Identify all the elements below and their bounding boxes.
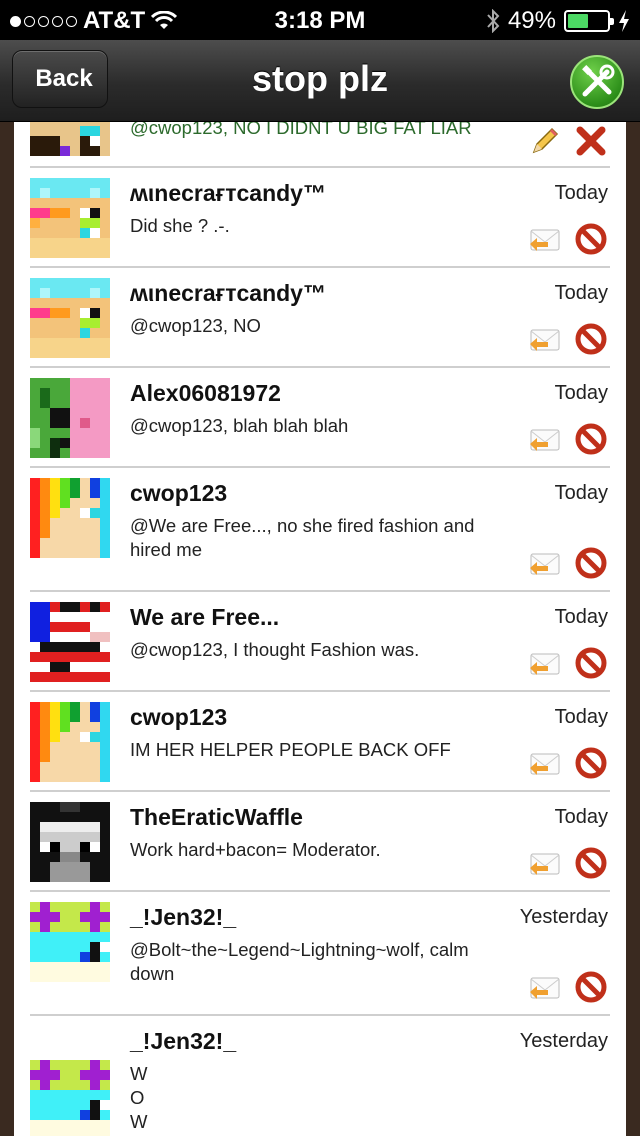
username[interactable]: _!Jen32!_	[130, 1028, 236, 1055]
avatar[interactable]	[30, 602, 110, 682]
comment-text: @cwop123, I thought Fashion was.	[130, 639, 420, 660]
page-title: stop plz	[252, 58, 388, 99]
comment-row[interactable]: _!Jen32!_ Yesterday @Bolt~the~Legend~Lig…	[30, 892, 610, 1016]
block-icon[interactable]	[574, 546, 608, 580]
comment-row[interactable]: cwop123 Today IM HER HELPER PEOPLE BACK …	[30, 692, 610, 792]
block-icon[interactable]	[574, 222, 608, 256]
avatar[interactable]	[30, 902, 110, 982]
comment-text: IM HER HELPER PEOPLE BACK OFF	[130, 739, 451, 760]
pencil-icon[interactable]	[528, 124, 562, 158]
avatar[interactable]	[30, 1060, 110, 1136]
comment-text: Work hard+bacon= Moderator.	[130, 839, 381, 860]
navigation-bar: Back stop plz	[0, 40, 640, 122]
reply-envelope-icon[interactable]	[528, 546, 562, 580]
battery-area: 49%	[486, 7, 630, 35]
comment-row[interactable]: ʍιnecraғтcandy™ Today Did she ? .-.	[30, 168, 610, 268]
comment-row[interactable]: Alex06081972 Today @cwop123, blah blah b…	[30, 368, 610, 468]
comment-text: W O W	[130, 1062, 510, 1134]
username[interactable]: We are Free...	[130, 604, 279, 631]
comment-text: @cwop123, NO I DIDNT U BIG FAT LIAR	[130, 122, 472, 138]
username[interactable]: cwop123	[130, 704, 227, 731]
username[interactable]: TheEraticWaffle	[130, 804, 303, 831]
comment-row[interactable]: ʍιnecraғтcandy™ Today @cwop123, NO	[30, 268, 610, 368]
avatar[interactable]	[30, 378, 110, 458]
status-bar: AT&T 3:18 PM 49%	[0, 0, 640, 40]
avatar[interactable]	[30, 702, 110, 782]
comment-row[interactable]: cwop123 Today @We are Free..., no she fi…	[30, 468, 610, 592]
block-icon[interactable]	[574, 970, 608, 1004]
back-button-label: Back	[35, 65, 93, 92]
comment-text: @Bolt~the~Legend~Lightning~wolf, calm do…	[130, 939, 469, 984]
timestamp: Today	[554, 282, 608, 304]
comment-list[interactable]: @cwop123, NO I DIDNT U BIG FAT LIAR ʍιne…	[14, 122, 626, 1136]
comment-text: @We are Free..., no she fired fashion an…	[130, 515, 475, 560]
avatar[interactable]	[30, 802, 110, 882]
avatar[interactable]	[30, 278, 110, 358]
reply-envelope-icon[interactable]	[528, 422, 562, 456]
timestamp: Yesterday	[519, 1030, 608, 1052]
reply-envelope-icon[interactable]	[528, 746, 562, 780]
timestamp: Today	[554, 706, 608, 728]
timestamp: Today	[554, 482, 608, 504]
avatar[interactable]	[30, 178, 110, 258]
delete-x-icon[interactable]	[574, 124, 608, 158]
comment-row-partial: @cwop123, NO I DIDNT U BIG FAT LIAR	[30, 122, 610, 168]
block-icon[interactable]	[574, 846, 608, 880]
timestamp: Yesterday	[519, 906, 608, 928]
timestamp: Today	[554, 382, 608, 404]
reply-envelope-icon[interactable]	[528, 222, 562, 256]
username[interactable]: ʍιnecraғтcandy™	[130, 180, 326, 207]
comment-row[interactable]: TheEraticWaffle Today Work hard+bacon= M…	[30, 792, 610, 892]
tools-button[interactable]	[570, 55, 624, 109]
comment-text: Did she ? .-.	[130, 215, 230, 236]
comment-line: W	[130, 1111, 148, 1132]
reply-envelope-icon[interactable]	[528, 846, 562, 880]
tools-icon	[582, 64, 615, 97]
timestamp: Today	[554, 182, 608, 204]
username[interactable]: _!Jen32!_	[130, 904, 236, 931]
username[interactable]: ʍιnecraғтcandy™	[130, 280, 326, 307]
battery-percent: 49%	[507, 7, 556, 34]
timestamp: Today	[554, 806, 608, 828]
comment-row[interactable]: _!Jen32!_ Yesterday W O W	[30, 1016, 610, 1136]
block-icon[interactable]	[574, 422, 608, 456]
block-icon[interactable]	[574, 746, 608, 780]
timestamp: Today	[554, 606, 608, 628]
reply-envelope-icon[interactable]	[528, 646, 562, 680]
comment-row[interactable]: We are Free... Today @cwop123, I thought…	[30, 592, 610, 692]
comment-line: W	[130, 1063, 148, 1084]
avatar[interactable]	[30, 478, 110, 558]
username[interactable]: Alex06081972	[130, 380, 281, 407]
bluetooth-icon	[487, 9, 500, 33]
charging-icon	[619, 10, 629, 32]
username[interactable]: cwop123	[130, 480, 227, 507]
avatar[interactable]	[30, 122, 110, 156]
reply-envelope-icon[interactable]	[528, 970, 562, 1004]
block-icon[interactable]	[574, 322, 608, 356]
battery-icon	[564, 10, 614, 32]
comment-text: @cwop123, blah blah blah	[130, 415, 349, 436]
comment-line: O	[130, 1087, 145, 1108]
block-icon[interactable]	[574, 646, 608, 680]
comment-text: @cwop123, NO	[130, 315, 261, 336]
reply-envelope-icon[interactable]	[528, 322, 562, 356]
back-button[interactable]: Back	[12, 50, 108, 108]
